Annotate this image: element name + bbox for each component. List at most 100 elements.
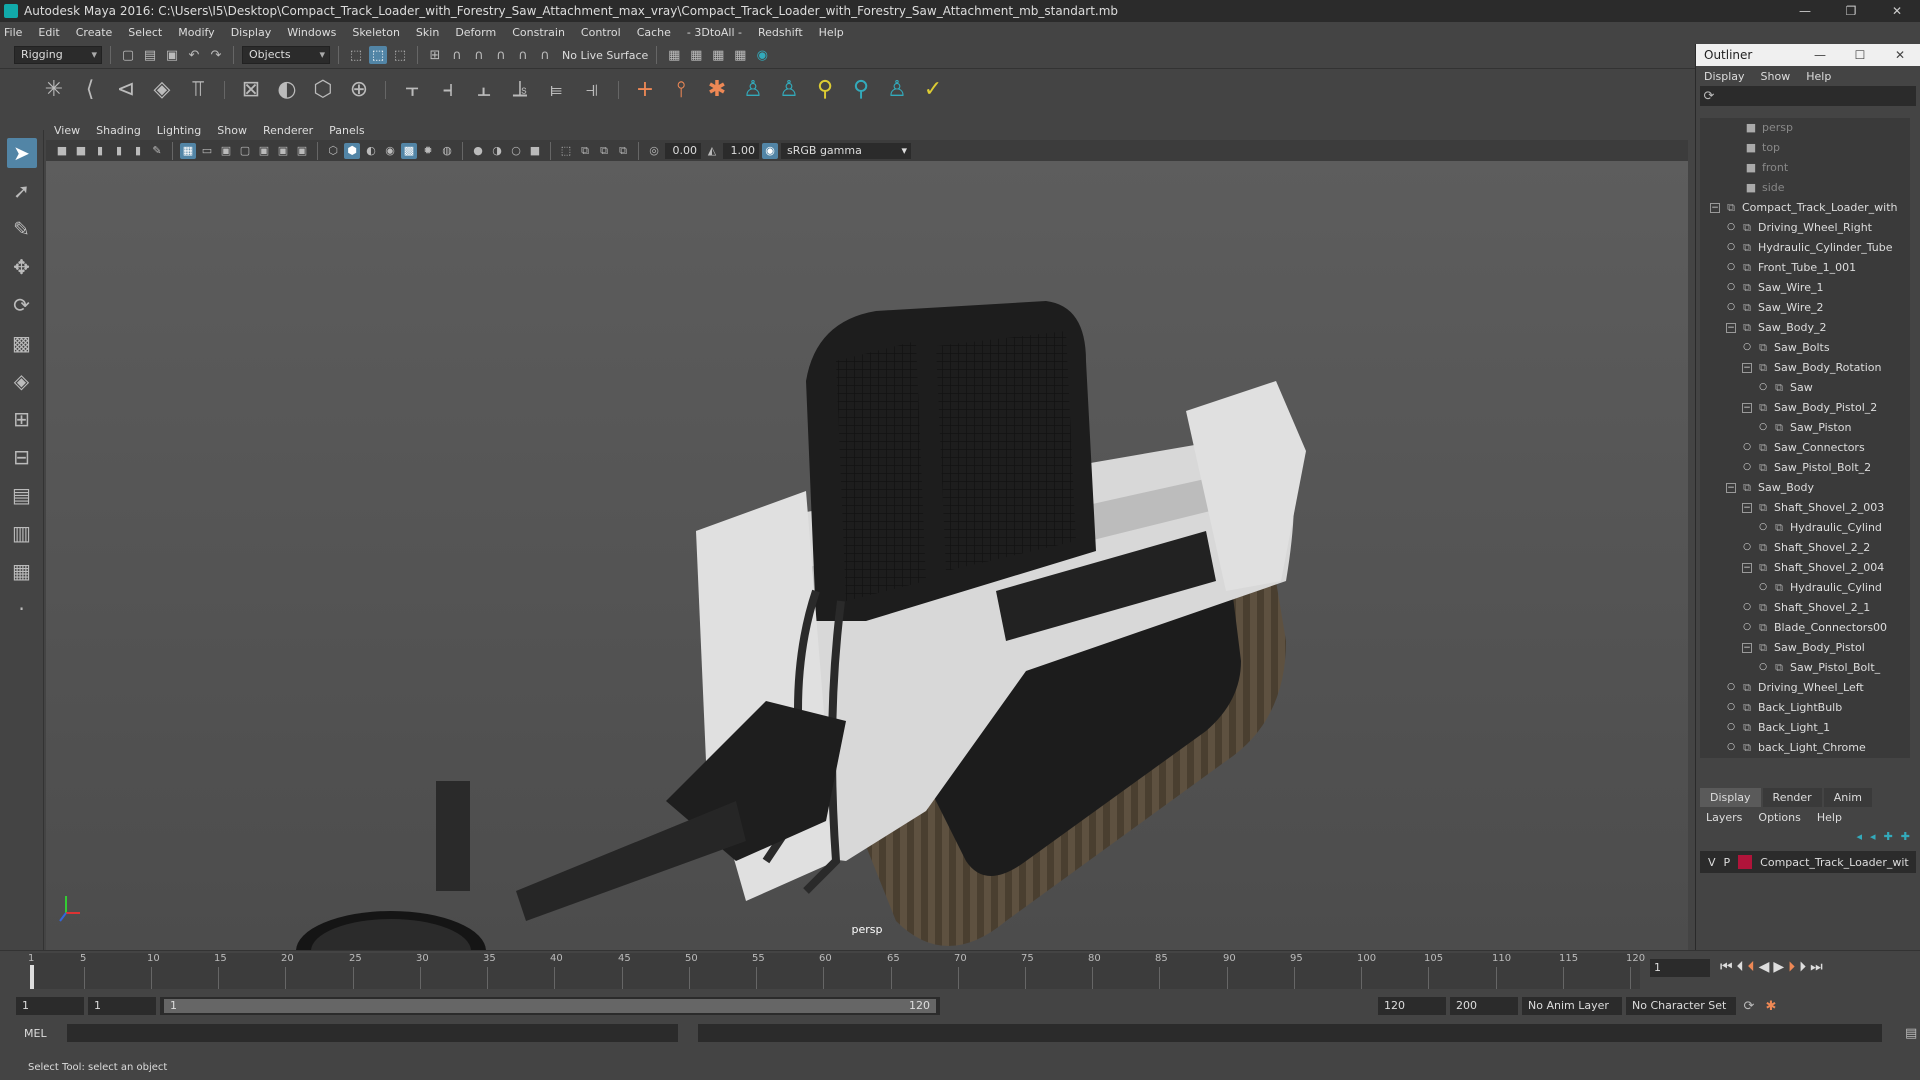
menu-display[interactable]: Display [231, 26, 272, 39]
outliner-item[interactable]: − ⧉ Shaft_Shovel_2_003 [1700, 498, 1910, 518]
locator-icon[interactable]: + [631, 76, 659, 104]
lasso-tool-icon[interactable]: ➚ [7, 176, 37, 206]
last-tool-icon[interactable]: ◈ [7, 366, 37, 396]
menu-windows[interactable]: Windows [287, 26, 336, 39]
mirror-joint-icon[interactable]: ◈ [148, 76, 176, 104]
new-layer-selected-icon[interactable]: ✚ [1901, 830, 1910, 843]
collapse-icon[interactable]: − [1726, 323, 1736, 333]
time-ruler[interactable]: 1 5 10 15 20 25 30 35 40 45 50 55 60 65 70 75 80 85 90 95 10… [28, 953, 1645, 989]
outliner-item[interactable]: ■ persp [1700, 118, 1910, 138]
command-language-label[interactable]: MEL [24, 1027, 47, 1040]
select-tool-icon[interactable]: ➤ [6, 138, 37, 168]
bind-skin-icon[interactable]: ⊠ [237, 76, 265, 104]
outliner-search-input[interactable]: ⟳ [1700, 86, 1916, 106]
collapse-icon[interactable]: − [1742, 563, 1752, 573]
render-frame-icon[interactable]: ▦ [665, 46, 683, 64]
humanik-b-icon[interactable]: ♙ [775, 76, 803, 104]
outliner-item[interactable]: − ⧉ Saw_Body [1700, 478, 1910, 498]
collapse-icon[interactable]: − [1726, 483, 1736, 493]
save-scene-icon[interactable]: ▣ [163, 46, 181, 64]
outliner-item[interactable]: ○ ⧉ Saw_Piston [1700, 418, 1910, 438]
menu-3dtoall[interactable]: - 3DtoAll - [687, 26, 742, 39]
layer-row[interactable]: V P Compact_Track_Loader_wit [1700, 851, 1916, 873]
anim-prefs-icon[interactable]: ✱ [1762, 997, 1780, 1015]
script-editor-icon[interactable]: ▤ [1902, 1024, 1920, 1042]
layout-four-icon[interactable]: ⊞ [7, 404, 37, 434]
minimize-button[interactable]: — [1782, 0, 1828, 22]
joint-tool-icon[interactable]: ✳ [40, 76, 68, 104]
camera-attr-icon[interactable]: ■ [73, 143, 89, 159]
paint-weights-icon[interactable]: ◐ [273, 76, 301, 104]
constraint-scale-icon[interactable]: ⫡ [506, 76, 534, 104]
use-lights-icon[interactable]: ✹ [420, 143, 436, 159]
outliner-menu-display[interactable]: Display [1704, 70, 1745, 83]
tab-render[interactable]: Render [1762, 788, 1822, 807]
rig-tool-c-icon[interactable]: ⚲ [811, 76, 839, 104]
panel-menu-show[interactable]: Show [217, 124, 247, 137]
menu-deform[interactable]: Deform [455, 26, 496, 39]
panel-menu-panels[interactable]: Panels [329, 124, 364, 137]
anti-alias-icon[interactable]: ○ [508, 143, 524, 159]
resolution-gate-icon[interactable]: ▣ [218, 143, 234, 159]
outliner-item[interactable]: ○ ⧉ Back_LightBulb [1700, 698, 1910, 718]
viewport-persp[interactable]: persp [46, 161, 1688, 991]
animation-end-field[interactable]: 200 [1450, 997, 1518, 1015]
layer-visibility[interactable]: V [1708, 856, 1716, 869]
outliner-item[interactable]: ○ ⧉ Driving_Wheel_Left [1700, 678, 1910, 698]
outliner-item[interactable]: ○ ⧉ Driving_Wheel_Right [1700, 218, 1910, 238]
film-gate-icon[interactable]: ▭ [199, 143, 215, 159]
tab-display[interactable]: Display [1700, 788, 1761, 807]
humanik-a-icon[interactable]: ♙ [739, 76, 767, 104]
color-management-icon[interactable]: ◉ [762, 142, 778, 159]
snap-view-icon[interactable]: ∩ [492, 46, 510, 64]
outliner-item[interactable]: ○ ⧉ back_Light_Chrome [1700, 738, 1910, 758]
rig-tool-e-icon[interactable]: ✓ [919, 76, 947, 104]
outliner-item[interactable]: ○ ⧉ Shaft_Shovel_2_1 [1700, 598, 1910, 618]
exposure-icon[interactable]: ◎ [646, 143, 662, 159]
collapse-icon[interactable]: − [1742, 503, 1752, 513]
gamma-field[interactable]: 1.00 [723, 142, 759, 159]
menu-skeleton[interactable]: Skeleton [352, 26, 400, 39]
render-view-icon[interactable]: ◉ [753, 46, 771, 64]
rig-tool-b-icon[interactable]: ✱ [703, 76, 731, 104]
go-to-end-icon[interactable]: ⏭ [1810, 959, 1823, 975]
menu-file[interactable]: File [4, 26, 22, 39]
collapse-icon[interactable]: − [1742, 643, 1752, 653]
tab-anim[interactable]: Anim [1823, 788, 1872, 807]
menu-constrain[interactable]: Constrain [512, 26, 565, 39]
paint-select-icon[interactable]: ✎ [7, 214, 37, 244]
exposure-field[interactable]: 0.00 [665, 142, 701, 159]
snap-surface-icon[interactable]: ∩ [514, 46, 532, 64]
ipr-render-icon[interactable]: ▦ [687, 46, 705, 64]
menu-control[interactable]: Control [581, 26, 621, 39]
scale-tool-icon[interactable]: ▩ [7, 328, 37, 358]
textured-icon[interactable]: ▩ [401, 142, 417, 159]
cluster-icon[interactable]: ⊕ [345, 76, 373, 104]
shadows-icon[interactable]: ◍ [439, 143, 455, 159]
depth-of-field-icon[interactable]: ■ [527, 143, 543, 159]
redo-icon[interactable]: ↷ [207, 46, 225, 64]
outliner-item[interactable]: ■ top [1700, 138, 1910, 158]
xray-icon[interactable]: ⧉ [577, 143, 593, 159]
gate-mask-icon[interactable]: ▢ [237, 143, 253, 159]
selection-mode-dropdown[interactable]: Objects [242, 46, 330, 64]
time-slider[interactable]: 1 5 10 15 20 25 30 35 40 45 50 55 60 65 70 75 80 85 90 95 10… [0, 950, 1920, 992]
panel-menu-lighting[interactable]: Lighting [157, 124, 201, 137]
move-layer-up-icon[interactable]: ◂ [1857, 830, 1863, 843]
undo-icon[interactable]: ↶ [185, 46, 203, 64]
outliner-minimize-button[interactable]: — [1800, 44, 1840, 66]
step-forward-frame-icon[interactable]: ⏵ [1788, 959, 1795, 975]
ambient-occlusion-icon[interactable]: ● [470, 143, 486, 159]
safe-title-icon[interactable]: ▣ [294, 143, 310, 159]
command-input[interactable] [66, 1024, 679, 1042]
menu-cache[interactable]: Cache [637, 26, 671, 39]
xray-joints-icon[interactable]: ⧉ [596, 143, 612, 159]
outliner-item[interactable]: ○ ⧉ Saw_Wire_2 [1700, 298, 1910, 318]
maximize-button[interactable]: ❐ [1828, 0, 1874, 22]
collapse-icon[interactable]: − [1742, 403, 1752, 413]
outliner-item[interactable]: ○ ⧉ Hydraulic_Cylinder_Tube [1700, 238, 1910, 258]
outliner-item[interactable]: − ⧉ Saw_Body_2 [1700, 318, 1910, 338]
menu-create[interactable]: Create [76, 26, 113, 39]
panel-menu-renderer[interactable]: Renderer [263, 124, 313, 137]
outliner-close-button[interactable]: ✕ [1880, 44, 1920, 66]
